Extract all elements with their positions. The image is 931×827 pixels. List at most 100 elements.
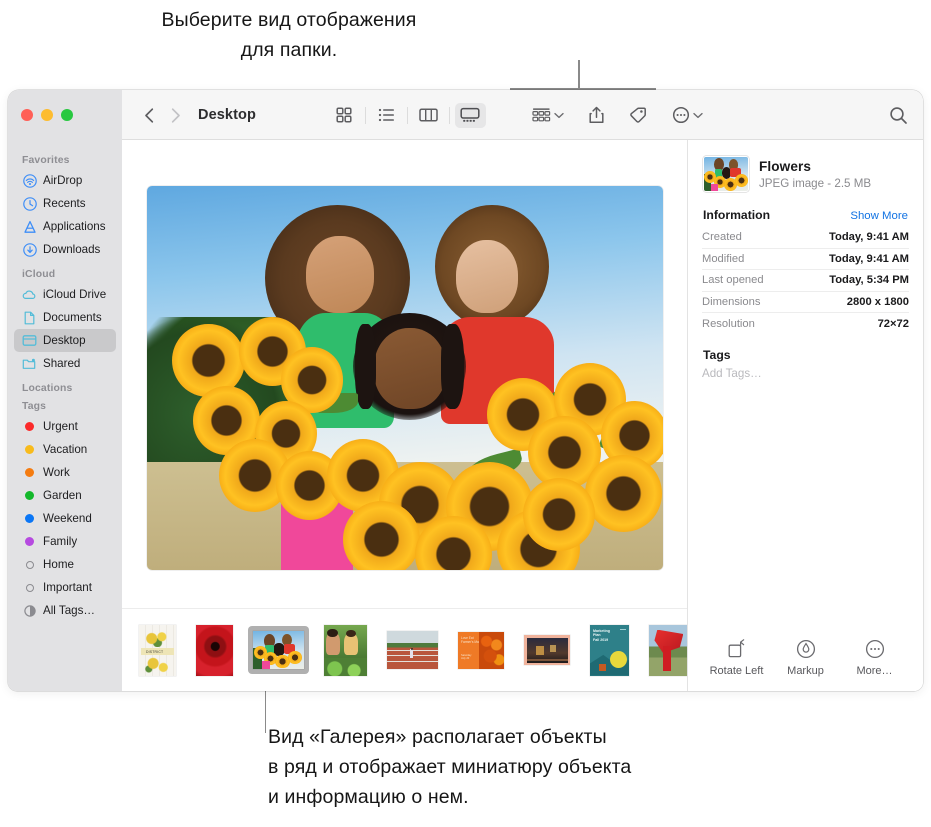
gallery-view-content: DISTRICT Love Eat Farmer's Market Saturd…: [122, 140, 687, 691]
tag-dot-hollow-icon: [22, 557, 37, 572]
filmstrip-item-night-scene[interactable]: [519, 630, 575, 670]
preview-area: [122, 140, 687, 608]
more-actions-button[interactable]: [667, 102, 708, 128]
sidebar-label: Family: [43, 535, 78, 548]
group-by-button[interactable]: [527, 102, 569, 128]
filmstrip-item-flowers[interactable]: [248, 626, 309, 674]
info-key: Resolution: [702, 318, 755, 331]
info-key: Dimensions: [702, 296, 761, 309]
info-value: Today, 9:41 AM: [829, 231, 909, 244]
markup-pen-icon: [796, 639, 816, 659]
quick-actions: Rotate Left Markup More…: [702, 639, 909, 691]
sidebar-section-favorites-title: Favorites: [22, 155, 70, 166]
sidebar-label: Important: [43, 581, 92, 594]
action-label: Rotate Left: [709, 665, 764, 677]
toolbar-divider-2: [406, 106, 408, 124]
sidebar-label: Garden: [43, 489, 82, 502]
search-button[interactable]: [889, 106, 908, 125]
filmstrip-item-running-track[interactable]: [382, 626, 443, 674]
more-button[interactable]: More…: [840, 639, 909, 677]
information-section-header: Information Show More: [702, 205, 909, 227]
toolbar-divider-3: [448, 106, 450, 124]
tag-button[interactable]: [624, 102, 653, 128]
info-value: Today, 5:34 PM: [829, 274, 909, 287]
filmstrip-item-garden-harvest[interactable]: [319, 620, 372, 681]
sidebar-item-recents[interactable]: Recents: [14, 192, 116, 215]
filmstrip-item-red-fabric[interactable]: [644, 620, 687, 681]
filmstrip[interactable]: DISTRICT Love Eat Farmer's Market Saturd…: [122, 608, 687, 691]
sidebar-label: AirDrop: [43, 174, 83, 187]
sidebar-label: iCloud Drive: [43, 288, 107, 301]
preview-image[interactable]: [146, 186, 663, 570]
share-button[interactable]: [583, 102, 610, 128]
sidebar-item-tag-family[interactable]: Family: [14, 530, 116, 553]
sidebar-label: Weekend: [43, 512, 92, 525]
forward-button[interactable]: [162, 102, 188, 128]
maximize-window-button[interactable]: [61, 109, 73, 121]
toolbar-actions: [527, 102, 708, 128]
finder-window: Desktop Favorites AirDrop Recents Applic…: [8, 90, 923, 691]
sidebar-item-tag-work[interactable]: Work: [14, 461, 116, 484]
filmstrip-item-farmers-market-poster[interactable]: Love Eat Farmer's Market Saturday July 20: [453, 627, 509, 674]
sidebar-item-desktop[interactable]: Desktop: [14, 329, 116, 352]
icon-view-button[interactable]: [329, 103, 360, 128]
sidebar-item-tag-weekend[interactable]: Weekend: [14, 507, 116, 530]
file-header: Flowers JPEG image - 2.5 MB: [702, 140, 909, 205]
toolbar-divider: [364, 106, 366, 124]
info-row-created: Created Today, 9:41 AM: [702, 227, 909, 249]
sidebar: Favorites AirDrop Recents Applications D…: [8, 140, 122, 691]
chevron-down-icon-2: [693, 112, 703, 119]
add-tags-input[interactable]: Add Tags…: [702, 367, 909, 380]
back-button[interactable]: [136, 102, 162, 128]
sidebar-item-tag-urgent[interactable]: Urgent: [14, 415, 116, 438]
info-key: Last opened: [702, 274, 764, 287]
document-icon: [22, 310, 37, 325]
file-thumbnail: [704, 157, 748, 191]
info-row-dimensions: Dimensions 2800 x 1800: [702, 292, 909, 314]
desktop-icon: [22, 333, 37, 348]
tag-dot-purple-icon: [22, 534, 37, 549]
tag-dot-green-icon: [22, 488, 37, 503]
filmstrip-item-red-dahlia[interactable]: [191, 620, 238, 681]
close-window-button[interactable]: [21, 109, 33, 121]
sidebar-item-applications[interactable]: Applications: [14, 215, 116, 238]
sidebar-item-all-tags[interactable]: All Tags…: [14, 599, 116, 622]
sidebar-item-tag-important[interactable]: Important: [14, 576, 116, 599]
sidebar-item-tag-home[interactable]: Home: [14, 553, 116, 576]
filmstrip-item-district-poster[interactable]: DISTRICT: [134, 620, 181, 681]
info-value: 72×72: [877, 318, 909, 331]
window-titlebar: Desktop: [8, 90, 923, 140]
minimize-window-button[interactable]: [41, 109, 53, 121]
show-more-link[interactable]: Show More: [850, 210, 908, 222]
info-key: Created: [702, 231, 742, 244]
sidebar-item-tag-garden[interactable]: Garden: [14, 484, 116, 507]
sidebar-item-tag-vacation[interactable]: Vacation: [14, 438, 116, 461]
gallery-view-button[interactable]: [454, 102, 486, 128]
filmstrip-item-marketing-plan-doc[interactable]: Marketing Plan Fall 2019: [585, 620, 634, 681]
airdrop-icon: [22, 173, 37, 188]
action-label: Markup: [787, 665, 824, 677]
sidebar-item-airdrop[interactable]: AirDrop: [14, 169, 116, 192]
sidebar-label: Downloads: [43, 243, 101, 256]
sidebar-label: Recents: [43, 197, 86, 210]
tag-dot-yellow-icon: [22, 442, 37, 457]
bottom-callout-stem: [264, 690, 267, 733]
list-view-button[interactable]: [371, 103, 402, 128]
column-view-button[interactable]: [413, 103, 444, 128]
sidebar-item-downloads[interactable]: Downloads: [14, 238, 116, 261]
sidebar-label: Vacation: [43, 443, 88, 456]
markup-button[interactable]: Markup: [771, 639, 840, 677]
screenshot-root: Выберите вид отображения для папки. Вид …: [0, 0, 931, 827]
sidebar-label: Documents: [43, 311, 102, 324]
all-tags-icon: [22, 603, 37, 618]
sidebar-item-icloud-drive[interactable]: iCloud Drive: [14, 283, 116, 306]
info-row-last-opened: Last opened Today, 5:34 PM: [702, 270, 909, 292]
file-name: Flowers: [759, 158, 812, 174]
info-row-resolution: Resolution 72×72: [702, 313, 909, 335]
sidebar-item-documents[interactable]: Documents: [14, 306, 116, 329]
traffic-lights: [8, 90, 122, 140]
info-value: Today, 9:41 AM: [829, 252, 909, 265]
rotate-left-button[interactable]: Rotate Left: [702, 639, 771, 677]
sidebar-label: Shared: [43, 357, 81, 370]
sidebar-item-shared[interactable]: Shared: [14, 352, 116, 375]
